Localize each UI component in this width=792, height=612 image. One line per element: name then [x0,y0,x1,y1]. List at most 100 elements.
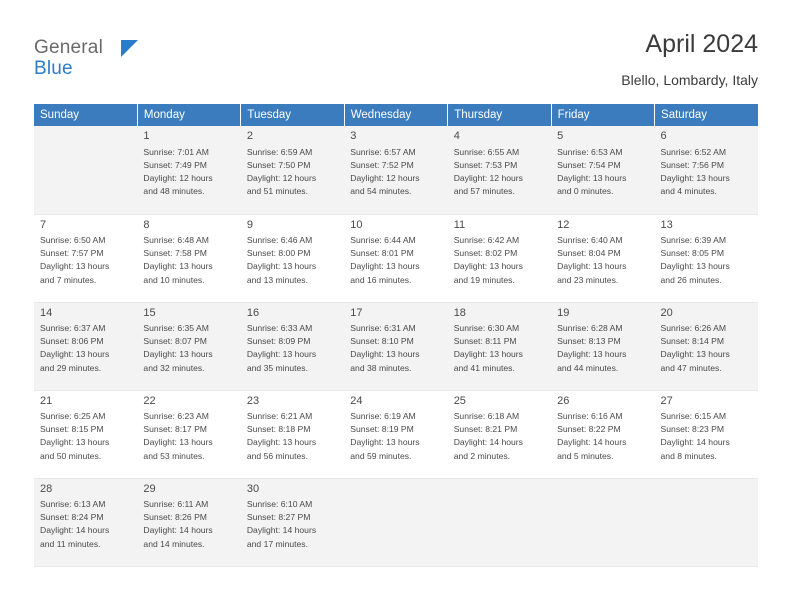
calendar-week-row: 28 Sunrise: 6:13 AM Sunset: 8:24 PM Dayl… [34,478,758,567]
page-header: General Blue April 2024 Blello, Lombardy… [34,30,758,92]
calendar-day-cell [344,478,448,567]
day-number: 14 [40,306,53,319]
day-number: 16 [246,306,260,319]
day-detail: Sunrise: 6:28 AM Sunset: 8:13 PM Dayligh… [557,323,627,373]
day-number: 7 [40,218,47,231]
day-number: 21 [40,394,53,407]
logo-text-general: General [34,37,103,58]
day-number: 8 [143,218,150,231]
calendar-day-cell[interactable]: 20 Sunrise: 6:26 AM Sunset: 8:14 PM Dayl… [654,302,758,391]
calendar-day-cell [654,478,758,567]
day-number: 18 [453,306,466,319]
day-detail: Sunrise: 6:19 AM Sunset: 8:19 PM Dayligh… [350,411,420,461]
day-number: 24 [350,394,363,407]
calendar-day-cell[interactable]: 17 Sunrise: 6:31 AM Sunset: 8:10 PM Dayl… [344,302,448,391]
calendar-day-cell[interactable]: 16 Sunrise: 6:33 AM Sunset: 8:09 PM Dayl… [240,302,345,391]
calendar-day-cell[interactable]: 12 Sunrise: 6:40 AM Sunset: 8:04 PM Dayl… [551,214,655,303]
weekday-header-saturday: Saturday [654,104,758,126]
day-number: 17 [350,306,363,319]
day-number: 19 [557,306,570,319]
day-number: 12 [557,218,570,231]
day-number: 30 [246,482,260,495]
day-detail: Sunrise: 6:15 AM Sunset: 8:23 PM Dayligh… [660,411,730,461]
day-detail: Sunrise: 6:52 AM Sunset: 7:56 PM Dayligh… [660,146,730,197]
calendar-day-cell[interactable]: 26 Sunrise: 6:16 AM Sunset: 8:22 PM Dayl… [551,390,655,479]
day-number: 29 [143,482,156,495]
day-number: 27 [660,394,673,407]
day-number: 26 [557,394,570,407]
calendar-week-row: 7 Sunrise: 6:50 AM Sunset: 7:57 PM Dayli… [34,214,758,303]
day-number: 5 [557,130,564,142]
day-detail: Sunrise: 6:57 AM Sunset: 7:52 PM Dayligh… [350,146,420,197]
day-detail: Sunrise: 6:25 AM Sunset: 8:15 PM Dayligh… [40,411,110,461]
day-detail: Sunrise: 6:30 AM Sunset: 8:11 PM Dayligh… [453,323,523,373]
calendar-day-cell[interactable]: 23 Sunrise: 6:21 AM Sunset: 8:18 PM Dayl… [240,390,345,479]
calendar-day-cell[interactable]: 22 Sunrise: 6:23 AM Sunset: 8:17 PM Dayl… [137,390,241,479]
calendar-day-cell[interactable]: 14 Sunrise: 6:37 AM Sunset: 8:06 PM Dayl… [34,302,138,391]
calendar-day-cell[interactable]: 6 Sunrise: 6:52 AM Sunset: 7:56 PM Dayli… [654,126,758,215]
calendar-day-cell[interactable]: 24 Sunrise: 6:19 AM Sunset: 8:19 PM Dayl… [344,390,448,479]
calendar-day-cell[interactable]: 7 Sunrise: 6:50 AM Sunset: 7:57 PM Dayli… [34,214,138,303]
calendar-day-cell [34,126,138,215]
calendar-header-row: Sunday Monday Tuesday Wednesday Thursday… [34,104,758,126]
weekday-header-thursday: Thursday [447,104,552,126]
calendar-table: Sunday Monday Tuesday Wednesday Thursday… [34,104,758,567]
day-detail: Sunrise: 6:50 AM Sunset: 7:57 PM Dayligh… [40,235,110,285]
day-detail: Sunrise: 6:13 AM Sunset: 8:24 PM Dayligh… [40,499,110,549]
day-detail: Sunrise: 6:40 AM Sunset: 8:04 PM Dayligh… [557,235,627,285]
calendar-page: General Blue April 2024 Blello, Lombardy… [0,0,792,612]
calendar-day-cell[interactable]: 13 Sunrise: 6:39 AM Sunset: 8:05 PM Dayl… [654,214,758,303]
calendar-week-row: 1 Sunrise: 7:01 AM Sunset: 7:49 PM Dayli… [34,126,758,215]
weekday-header-sunday: Sunday [34,104,138,126]
day-detail: Sunrise: 6:44 AM Sunset: 8:01 PM Dayligh… [350,235,420,285]
calendar-day-cell[interactable]: 11 Sunrise: 6:42 AM Sunset: 8:02 PM Dayl… [447,214,552,303]
day-number: 1 [143,130,150,142]
day-number: 4 [453,130,460,142]
calendar-day-cell[interactable]: 21 Sunrise: 6:25 AM Sunset: 8:15 PM Dayl… [34,390,138,479]
day-number: 28 [40,482,53,495]
day-number: 20 [660,306,673,319]
calendar-day-cell[interactable]: 5 Sunrise: 6:53 AM Sunset: 7:54 PM Dayli… [551,126,655,215]
calendar-day-cell[interactable]: 30 Sunrise: 6:10 AM Sunset: 8:27 PM Dayl… [240,478,345,567]
calendar-day-cell[interactable]: 29 Sunrise: 6:11 AM Sunset: 8:26 PM Dayl… [137,478,241,567]
page-location: Blello, Lombardy, Italy [621,72,758,88]
day-number: 22 [143,394,156,407]
calendar-day-cell[interactable]: 28 Sunrise: 6:13 AM Sunset: 8:24 PM Dayl… [34,478,138,567]
calendar-day-cell[interactable]: 15 Sunrise: 6:35 AM Sunset: 8:07 PM Dayl… [137,302,241,391]
day-detail: Sunrise: 6:11 AM Sunset: 8:26 PM Dayligh… [143,499,213,549]
day-number: 25 [453,394,466,407]
day-number: 10 [350,218,363,231]
weekday-header-tuesday: Tuesday [240,104,345,126]
calendar-day-cell[interactable]: 9 Sunrise: 6:46 AM Sunset: 8:00 PM Dayli… [240,214,345,303]
weekday-header-monday: Monday [137,104,242,126]
calendar-day-cell[interactable]: 8 Sunrise: 6:48 AM Sunset: 7:58 PM Dayli… [137,214,241,303]
logo[interactable]: General Blue [34,37,138,78]
day-number: 15 [143,306,156,319]
calendar-day-cell[interactable]: 10 Sunrise: 6:44 AM Sunset: 8:01 PM Dayl… [344,214,448,303]
day-detail: Sunrise: 6:55 AM Sunset: 7:53 PM Dayligh… [453,146,523,197]
calendar-day-cell[interactable]: 19 Sunrise: 6:28 AM Sunset: 8:13 PM Dayl… [551,302,655,391]
day-number: 3 [350,130,357,142]
calendar-day-cell[interactable]: 18 Sunrise: 6:30 AM Sunset: 8:11 PM Dayl… [447,302,552,391]
calendar-day-cell[interactable]: 2 Sunrise: 6:59 AM Sunset: 7:50 PM Dayli… [240,126,345,215]
day-number: 23 [246,394,260,407]
calendar-day-cell [447,478,552,567]
calendar-day-cell[interactable]: 25 Sunrise: 6:18 AM Sunset: 8:21 PM Dayl… [447,390,552,479]
day-detail: Sunrise: 6:16 AM Sunset: 8:22 PM Dayligh… [557,411,627,461]
day-detail: Sunrise: 6:35 AM Sunset: 8:07 PM Dayligh… [143,323,213,373]
day-detail: Sunrise: 6:53 AM Sunset: 7:54 PM Dayligh… [557,146,627,197]
day-detail: Sunrise: 6:10 AM Sunset: 8:27 PM Dayligh… [246,499,317,549]
calendar-day-cell[interactable]: 4 Sunrise: 6:55 AM Sunset: 7:53 PM Dayli… [447,126,552,215]
calendar-day-cell [551,478,655,567]
weekday-header-wednesday: Wednesday [344,104,449,126]
calendar-day-cell[interactable]: 1 Sunrise: 7:01 AM Sunset: 7:49 PM Dayli… [137,126,241,215]
calendar-day-cell[interactable]: 27 Sunrise: 6:15 AM Sunset: 8:23 PM Dayl… [654,390,758,479]
day-number: 11 [453,218,466,231]
day-detail: Sunrise: 6:46 AM Sunset: 8:00 PM Dayligh… [246,235,317,285]
calendar-week-row: 14 Sunrise: 6:37 AM Sunset: 8:06 PM Dayl… [34,302,758,391]
calendar-day-cell[interactable]: 3 Sunrise: 6:57 AM Sunset: 7:52 PM Dayli… [344,126,448,215]
day-number: 13 [660,218,673,231]
weekday-header-friday: Friday [551,104,656,126]
day-detail: Sunrise: 6:21 AM Sunset: 8:18 PM Dayligh… [246,411,317,461]
day-number: 9 [246,218,253,231]
